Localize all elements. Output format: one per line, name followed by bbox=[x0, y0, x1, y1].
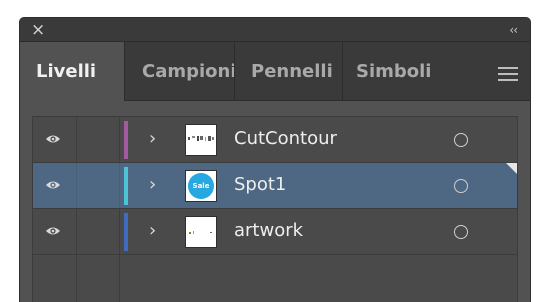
column-divider bbox=[119, 163, 120, 208]
layer-color-bar bbox=[124, 121, 128, 159]
layer-color-bar bbox=[124, 213, 128, 251]
close-icon[interactable]: × bbox=[31, 20, 45, 40]
visibility-eye-icon[interactable] bbox=[45, 179, 61, 191]
layer-thumbnail bbox=[185, 124, 217, 156]
column-divider bbox=[119, 255, 120, 302]
layer-row-cutcontour[interactable]: › CutContour bbox=[33, 117, 517, 163]
layer-row-spot1[interactable]: › Sale Spot1 bbox=[33, 163, 517, 209]
column-divider bbox=[119, 117, 120, 162]
sale-badge-logo: Sale bbox=[188, 173, 214, 199]
layer-thumbnail bbox=[185, 216, 217, 248]
panel-tabbar: Livelli Campioni Pennelli Simboli bbox=[20, 42, 530, 101]
chevron-right-icon[interactable]: › bbox=[149, 174, 156, 196]
target-circle-icon[interactable] bbox=[454, 225, 468, 239]
tab-simboli[interactable]: Simboli bbox=[342, 42, 446, 100]
selection-corner-indicator bbox=[506, 163, 517, 174]
column-divider bbox=[76, 117, 77, 162]
layer-name[interactable]: CutContour bbox=[234, 128, 337, 150]
layer-color-bar bbox=[124, 167, 128, 205]
panel-titlebar: × ‹‹ bbox=[20, 18, 530, 42]
layers-panel: × ‹‹ Livelli Campioni Pennelli Simboli › bbox=[19, 17, 531, 302]
panel-menu-icon[interactable] bbox=[498, 67, 518, 81]
chevron-right-icon[interactable]: › bbox=[149, 128, 156, 150]
target-circle-icon[interactable] bbox=[454, 133, 468, 147]
tab-campioni[interactable]: Campioni bbox=[124, 42, 234, 100]
layer-row-artwork[interactable]: › artwork bbox=[33, 209, 517, 255]
collapse-icon[interactable]: ‹‹ bbox=[509, 21, 518, 39]
column-divider bbox=[76, 209, 77, 254]
visibility-eye-icon[interactable] bbox=[45, 225, 61, 237]
column-divider bbox=[76, 163, 77, 208]
chevron-right-icon[interactable]: › bbox=[149, 220, 156, 242]
layer-name[interactable]: Spot1 bbox=[234, 174, 286, 196]
tab-livelli[interactable]: Livelli bbox=[20, 42, 124, 101]
visibility-eye-icon[interactable] bbox=[45, 133, 61, 145]
target-circle-icon[interactable] bbox=[454, 179, 468, 193]
tab-pennelli[interactable]: Pennelli bbox=[234, 42, 342, 100]
layer-name[interactable]: artwork bbox=[234, 220, 303, 242]
layers-list: › CutContour › Sale Spot1 › artwork bbox=[32, 116, 518, 302]
layer-thumbnail: Sale bbox=[185, 170, 217, 202]
column-divider bbox=[119, 209, 120, 254]
column-divider bbox=[76, 255, 77, 302]
